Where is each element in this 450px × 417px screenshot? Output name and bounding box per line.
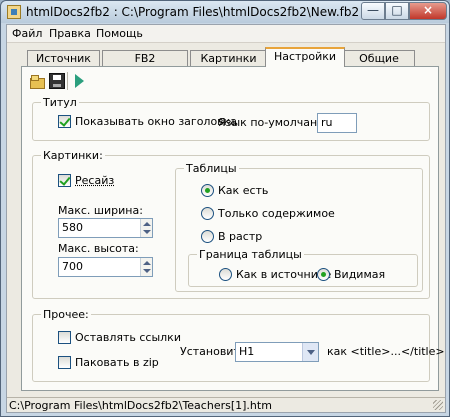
keep-links-label: Оставлять ссылки [75,331,181,344]
app-icon [7,5,21,19]
border-source-radio[interactable] [219,268,232,281]
tab-general[interactable]: Общие [343,50,415,67]
show-title-checkbox[interactable] [58,115,71,128]
close-button[interactable]: × [409,2,447,20]
tab-fb2[interactable]: FB2 [102,50,188,67]
spin-down-icon[interactable] [143,269,151,273]
resize-checkbox[interactable] [58,174,71,187]
status-path: C:\Program Files\htmlDocs2fb2\Teachers[1… [9,399,272,412]
heading-value: H1 [239,345,255,358]
lang-input[interactable]: ru [317,113,357,133]
zip-checkbox[interactable] [58,356,71,369]
group-pictures: Картинки: Ресайз Макс. ширина: 580 Макс.… [32,149,430,299]
run-icon[interactable] [71,73,87,89]
title-bar[interactable]: htmlDocs2fb2 : C:\Program Files\htmlDocs… [1,1,449,23]
show-title-label: Показывать окно заголовка [75,115,238,128]
tables-legend: Таблицы [184,162,239,175]
chevron-down-icon[interactable] [302,343,318,361]
maximize-button[interactable]: □ [385,2,409,20]
group-titul: Титул Показывать окно заголовка Язык по-… [32,96,430,141]
tab-settings[interactable]: Настройки [265,47,345,67]
pictures-legend: Картинки: [41,149,105,162]
as-title-label: как <title>...</title> [327,345,445,358]
keep-links-checkbox[interactable] [58,331,71,344]
menu-file[interactable]: Файл [12,27,42,40]
titul-legend: Титул [41,96,79,109]
max-height-spinner[interactable] [140,258,152,276]
max-height-value: 700 [62,260,83,273]
zip-label: Паковать в zip [75,356,159,369]
spin-up-icon[interactable] [143,261,151,265]
app-window: htmlDocs2fb2 : C:\Program Files\htmlDocs… [0,0,450,417]
max-width-stepper[interactable]: 580 [58,218,153,238]
group-table-border: Граница таблицы Как в источнике Видимая [188,248,418,287]
menu-bar: Файл Правка Помощь [7,25,445,43]
border-visible-radio[interactable] [317,268,330,281]
client-area: Файл Правка Помощь Источник FB2 Картинки… [6,24,446,413]
table-raster-radio[interactable] [201,230,214,243]
window-title: htmlDocs2fb2 : C:\Program Files\htmlDocs… [26,5,360,19]
group-tables: Таблицы Как есть Только содержимое В рас… [175,162,423,292]
table-as-is-radio[interactable] [201,184,214,197]
status-bar: C:\Program Files\htmlDocs2fb2\Teachers[1… [7,397,445,412]
resize-label: Ресайз [75,174,115,187]
tab-pictures[interactable]: Картинки [190,50,267,67]
table-border-legend: Граница таблицы [197,248,304,261]
max-height-stepper[interactable]: 700 [58,257,153,277]
spin-down-icon[interactable] [143,230,151,234]
max-height-label: Макс. высота: [58,242,139,255]
table-content-only-label: Только содержимое [218,207,335,220]
border-visible-label: Видимая [334,268,386,281]
open-icon[interactable] [29,73,45,89]
save-icon[interactable] [49,73,65,89]
table-content-only-radio[interactable] [201,207,214,220]
menu-help[interactable]: Помощь [96,27,143,40]
table-as-is-label: Как есть [218,184,269,197]
minimize-button[interactable]: — [361,2,385,20]
menu-edit[interactable]: Правка [49,27,91,40]
misc-legend: Прочее: [41,308,91,321]
tab-source[interactable]: Источник [27,50,100,67]
group-misc: Прочее: Оставлять ссылки Паковать в zip … [32,308,445,382]
max-width-spinner[interactable] [140,219,152,237]
heading-select[interactable]: H1 [235,342,319,362]
max-width-label: Макс. ширина: [58,204,143,217]
resize-grip-icon[interactable] [433,400,443,410]
max-width-value: 580 [62,221,83,234]
toolbar-separator [67,72,68,90]
table-raster-label: В растр [218,230,263,243]
settings-panel: Титул Показывать окно заголовка Язык по-… [21,66,445,391]
spin-up-icon[interactable] [143,222,151,226]
